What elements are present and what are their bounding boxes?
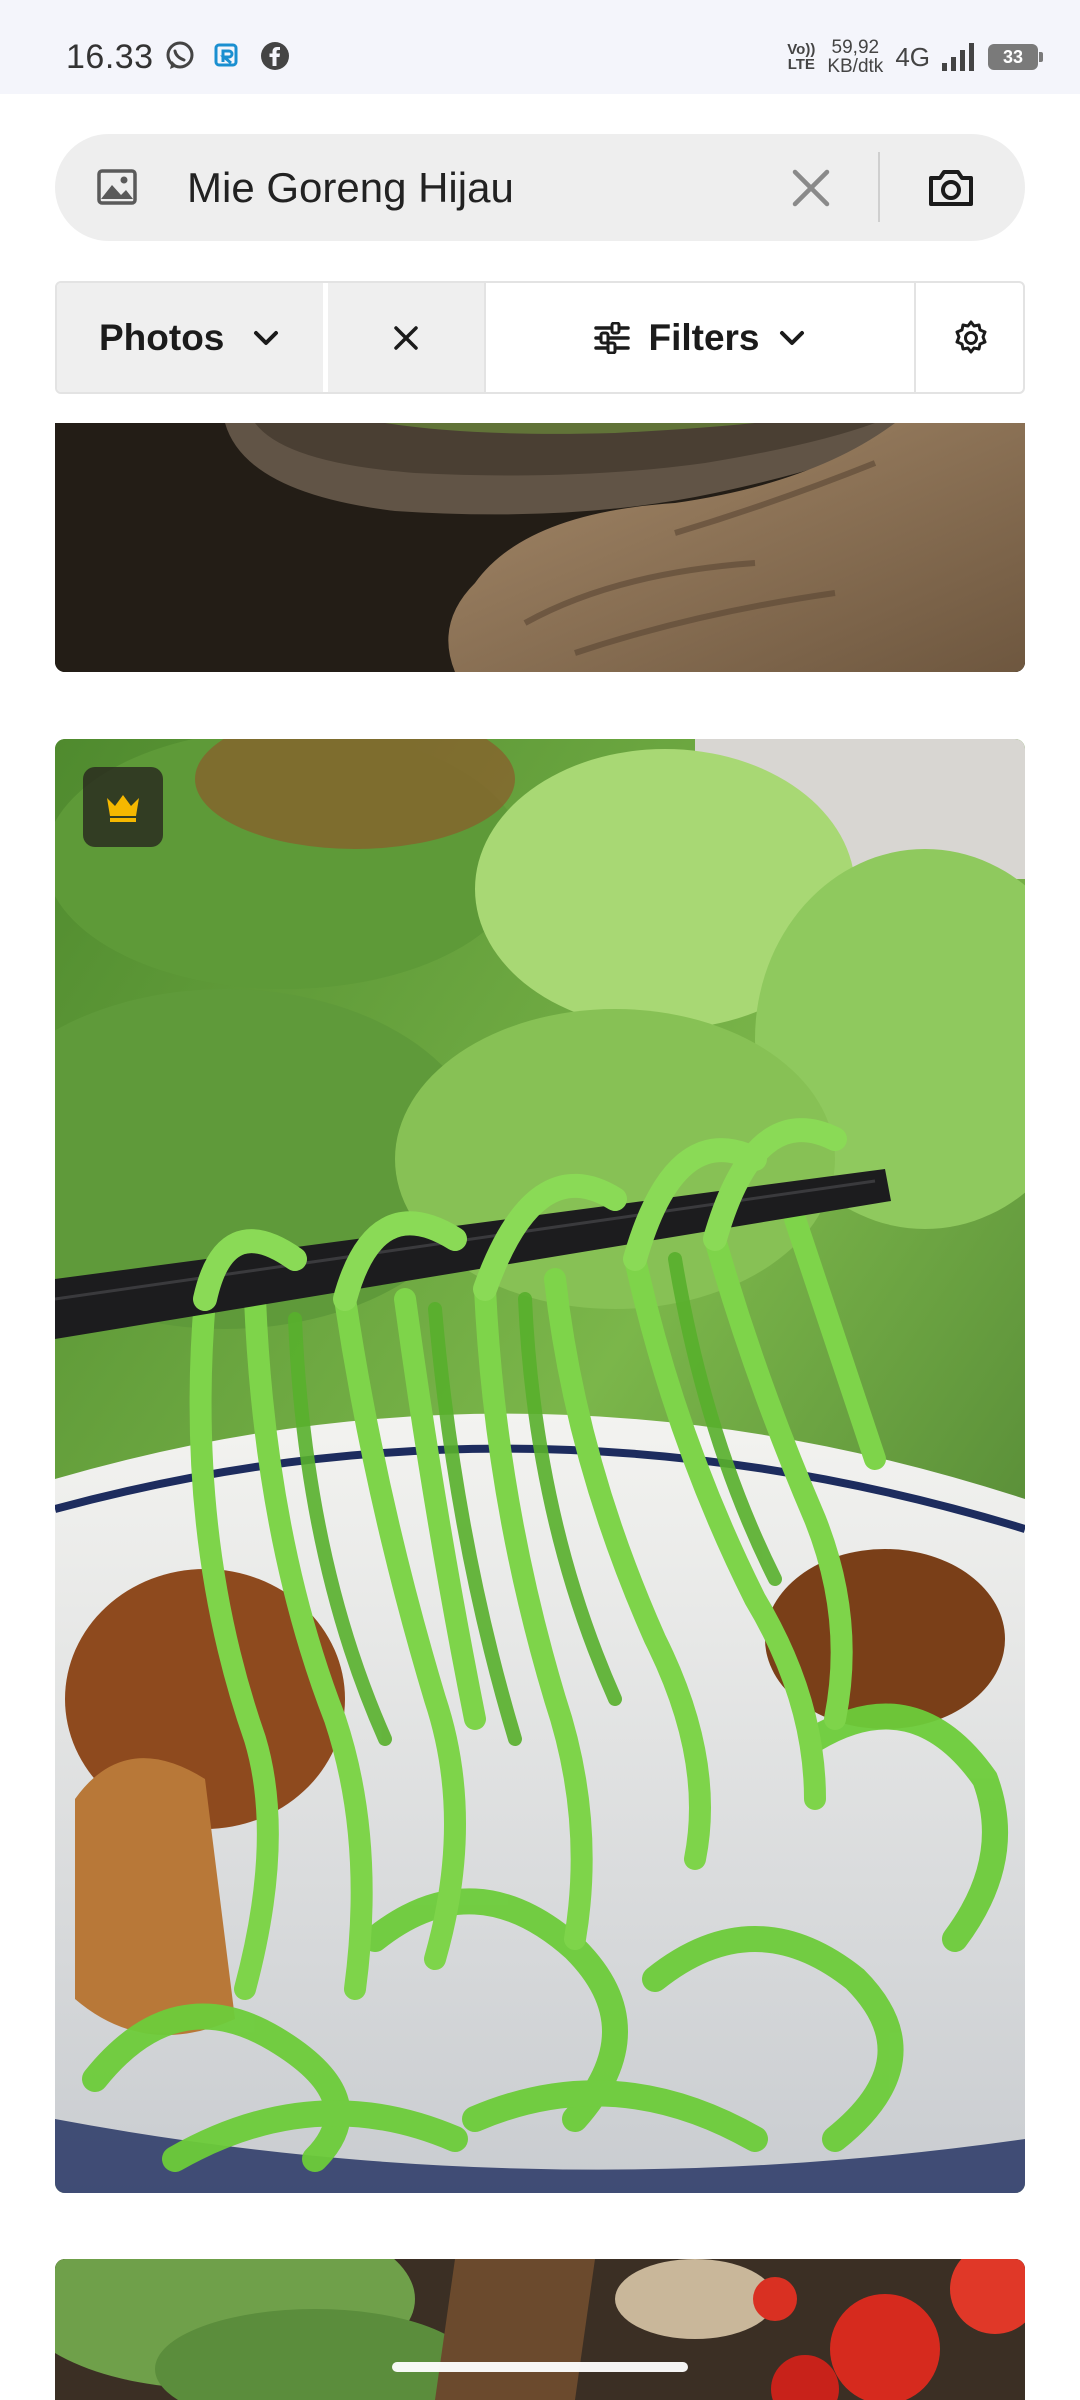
chevron-down-icon: [254, 330, 279, 345]
network-type: 4G: [895, 41, 930, 72]
sliders-icon: [594, 321, 631, 354]
chevron-down-icon: [779, 330, 804, 345]
result-photo[interactable]: [55, 423, 1025, 672]
settings-button[interactable]: [916, 283, 1023, 392]
media-type-dropdown[interactable]: Photos: [57, 283, 323, 392]
image-icon[interactable]: [97, 167, 137, 207]
status-time: 16.33: [66, 38, 154, 76]
speed-value: 59,92: [831, 37, 880, 58]
search-input[interactable]: [187, 156, 807, 220]
volte-top: Vo)): [787, 41, 816, 58]
clear-media-type-button[interactable]: [328, 283, 484, 392]
status-indicators: Vo)) LTE 59,92 KB/dtk 4G 33: [787, 38, 1043, 76]
crown-icon: [107, 795, 139, 822]
signal-icon: [942, 43, 974, 71]
gear-icon: [955, 320, 986, 353]
filter-bar: Photos Filters: [55, 281, 1025, 394]
media-type-label: Photos: [99, 316, 225, 358]
result-photo[interactable]: [55, 739, 1025, 2193]
app-r-icon: [214, 43, 238, 67]
photo-image: [55, 423, 1025, 672]
search-bar: [55, 134, 1025, 241]
photo-image: [55, 739, 1025, 2193]
search-divider: [878, 152, 880, 222]
volte-bottom: LTE: [787, 56, 815, 73]
network-speed: 59,92 KB/dtk: [827, 38, 883, 76]
photo-image: [55, 2259, 1025, 2400]
status-app-icons: [164, 40, 290, 72]
battery-indicator: 33: [988, 44, 1043, 70]
camera-icon[interactable]: [925, 162, 977, 214]
facebook-icon: [261, 42, 289, 70]
close-icon: [394, 325, 418, 350]
premium-badge: [83, 767, 163, 847]
result-photo[interactable]: [55, 2259, 1025, 2400]
volte-indicator: Vo)) LTE: [787, 42, 815, 72]
filters-button[interactable]: Filters: [486, 283, 914, 392]
clear-icon[interactable]: [787, 164, 835, 212]
whatsapp-icon: [166, 41, 194, 69]
speed-unit: KB/dtk: [827, 56, 884, 77]
home-indicator[interactable]: [392, 2362, 688, 2372]
status-bar: 16.33 Vo)) LTE 59,92 KB/dtk 4G 33: [0, 0, 1080, 94]
filters-label: Filters: [648, 316, 760, 358]
